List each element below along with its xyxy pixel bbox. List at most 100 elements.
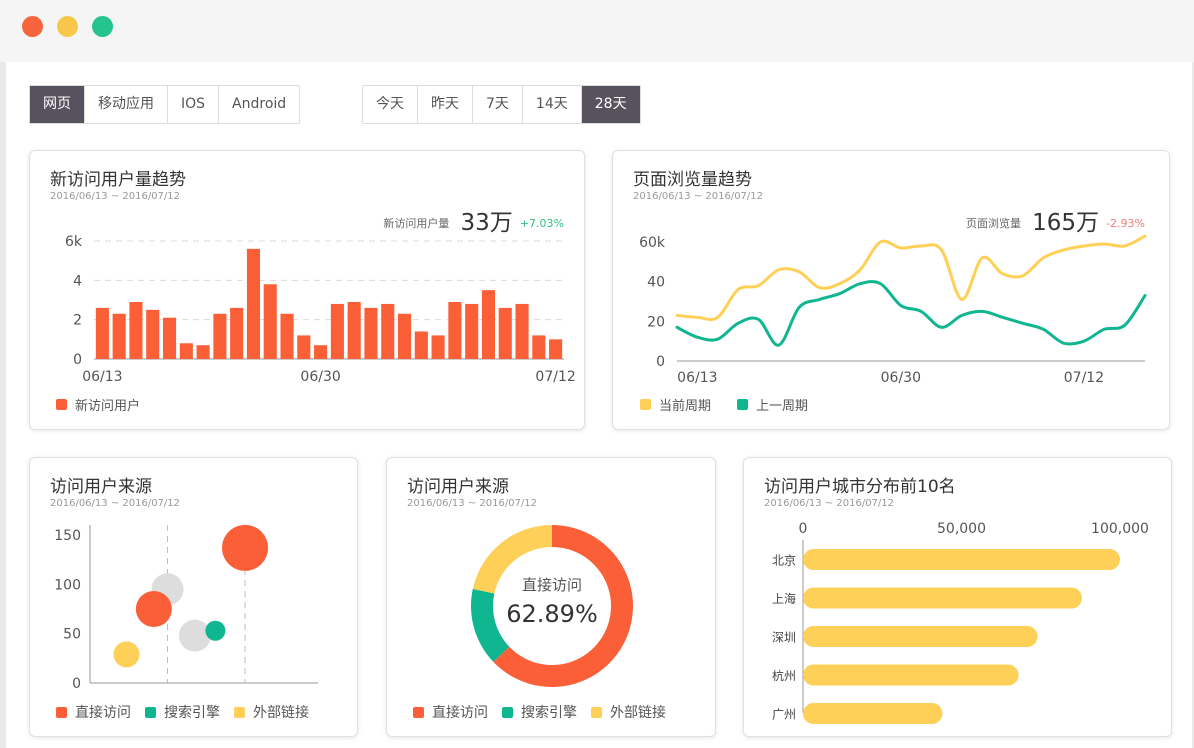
bar xyxy=(280,313,294,359)
legend-label: 外部链接 xyxy=(610,705,666,721)
legend-item: 当前周期 xyxy=(640,395,711,414)
city-ranking-card: 访问用户城市分布前10名 2016/06/13 ~ 2016/07/12 0 50… xyxy=(743,457,1172,737)
tab-today[interactable]: 今天 xyxy=(363,86,418,123)
bar xyxy=(532,335,546,359)
y-tick-label: 20 xyxy=(647,314,665,330)
y-tick-label: 50 xyxy=(63,627,81,643)
legend-item: 搜索引擎 xyxy=(502,702,577,722)
tab-7-days[interactable]: 7天 xyxy=(473,86,523,123)
city-bar xyxy=(803,549,1120,570)
legend-swatch xyxy=(737,399,749,410)
tab-ios[interactable]: IOS xyxy=(168,86,220,123)
x-tick-label: 07/12 xyxy=(1064,370,1104,386)
x-tick-label: 06/30 xyxy=(300,369,340,385)
y-tick-label: 150 xyxy=(54,528,81,544)
x-tick-label: 0 xyxy=(799,521,808,537)
city-bar xyxy=(803,587,1082,609)
bar xyxy=(246,248,261,359)
legend-swatch xyxy=(56,399,67,410)
legend-label: 直接访问 xyxy=(75,705,131,721)
city-hbar-chart: 0 50,000 100,000 北京上海深圳杭州广州 xyxy=(772,521,1149,724)
legend-swatch xyxy=(640,399,651,410)
window-close-button[interactable] xyxy=(22,16,43,37)
legend-swatch xyxy=(145,706,156,718)
bar xyxy=(347,301,361,359)
bar xyxy=(213,313,227,359)
city-bar xyxy=(803,703,943,724)
tab-web[interactable]: 网页 xyxy=(30,86,85,123)
legend-item: 上一周期 xyxy=(737,395,808,414)
legend-label: 当前周期 xyxy=(659,399,712,414)
date-range-tabs: 今天 昨天 7天 14天 28天 xyxy=(362,85,641,124)
platform-tabs: 网页 移动应用 IOS Android xyxy=(29,85,301,124)
bar xyxy=(314,345,328,359)
chart-legend: 直接访问 搜索引擎 外部链接 xyxy=(56,702,309,722)
tab-mobile-app[interactable]: 移动应用 xyxy=(85,86,168,123)
bubble xyxy=(113,641,140,668)
x-tick-label: 06/30 xyxy=(881,370,921,386)
city-bar xyxy=(803,664,1019,686)
window-titlebar xyxy=(0,0,1194,62)
bar xyxy=(196,345,210,359)
y-tick-label: 0 xyxy=(72,676,81,692)
x-tick-label: 07/12 xyxy=(535,369,575,385)
bar xyxy=(146,309,160,359)
bar xyxy=(549,339,563,359)
bar xyxy=(481,290,496,359)
source-donut-card: 访问用户来源 2016/06/13 ~ 2016/07/12 直接访问 62.8… xyxy=(386,457,716,737)
bar xyxy=(129,301,143,359)
legend-item: 新访问用户 xyxy=(56,395,140,414)
x-tick-label: 06/13 xyxy=(82,369,122,385)
y-tick-label: 北京 xyxy=(772,554,796,568)
bar xyxy=(364,307,378,359)
bar xyxy=(515,303,529,359)
bubble xyxy=(135,591,172,627)
bar xyxy=(414,331,428,359)
legend-item: 直接访问 xyxy=(413,702,488,722)
legend-item: 直接访问 xyxy=(56,702,131,722)
current-period-line xyxy=(675,234,1147,321)
tab-android[interactable]: Android xyxy=(219,86,299,123)
bar xyxy=(465,303,479,359)
bar xyxy=(263,284,277,359)
window-minimize-button[interactable] xyxy=(57,16,78,37)
tab-14-days[interactable]: 14天 xyxy=(523,86,582,123)
y-tick-label: 60k xyxy=(639,235,666,251)
new-users-trend-card: 新访问用户量趋势 2016/06/13 ~ 2016/07/12 新访问用户量 … xyxy=(29,150,585,430)
legend-swatch xyxy=(591,706,602,718)
bar xyxy=(330,303,344,359)
y-tick-label: 2 xyxy=(73,313,82,329)
new-users-bar-chart: 0 2 4 6k 06/13 06/30 07/12 xyxy=(65,234,576,385)
legend-label: 直接访问 xyxy=(432,705,488,721)
bar xyxy=(95,307,109,359)
legend-label: 上一周期 xyxy=(756,399,809,414)
bar xyxy=(397,313,412,359)
previous-period-line xyxy=(675,280,1147,347)
y-tick-label: 0 xyxy=(656,354,665,370)
x-tick-label: 50,000 xyxy=(937,521,986,537)
bubble xyxy=(178,619,211,652)
source-donut-chart xyxy=(471,525,633,687)
tab-28-days[interactable]: 28天 xyxy=(581,86,640,123)
bar xyxy=(230,307,244,359)
pageviews-trend-card: 页面浏览量趋势 2016/06/13 ~ 2016/07/12 页面浏览量 16… xyxy=(612,150,1170,430)
tab-yesterday[interactable]: 昨天 xyxy=(418,86,473,123)
y-tick-label: 杭州 xyxy=(772,668,796,683)
bubble xyxy=(222,524,269,571)
chart-legend: 直接访问 搜索引擎 外部链接 xyxy=(413,702,666,722)
source-bubble-card: 访问用户来源 2016/06/13 ~ 2016/07/12 0 50 100 150… xyxy=(29,457,358,737)
legend-label: 外部链接 xyxy=(253,705,309,721)
bar xyxy=(297,335,311,359)
legend-label: 搜索引擎 xyxy=(164,705,220,721)
y-tick-label: 4 xyxy=(73,273,82,289)
y-tick-label: 40 xyxy=(647,275,665,291)
legend-label: 新访问用户 xyxy=(75,399,141,414)
pageviews-line-chart: 0 20 40 60k 06/13 06/30 07/12 xyxy=(639,234,1147,386)
legend-swatch xyxy=(502,706,513,718)
bar xyxy=(431,335,445,359)
chart-legend: 当前周期 上一周期 xyxy=(640,395,826,414)
bar xyxy=(179,343,193,359)
bar xyxy=(498,307,512,359)
window-maximize-button[interactable] xyxy=(92,16,113,37)
y-tick-label: 广州 xyxy=(772,708,796,722)
